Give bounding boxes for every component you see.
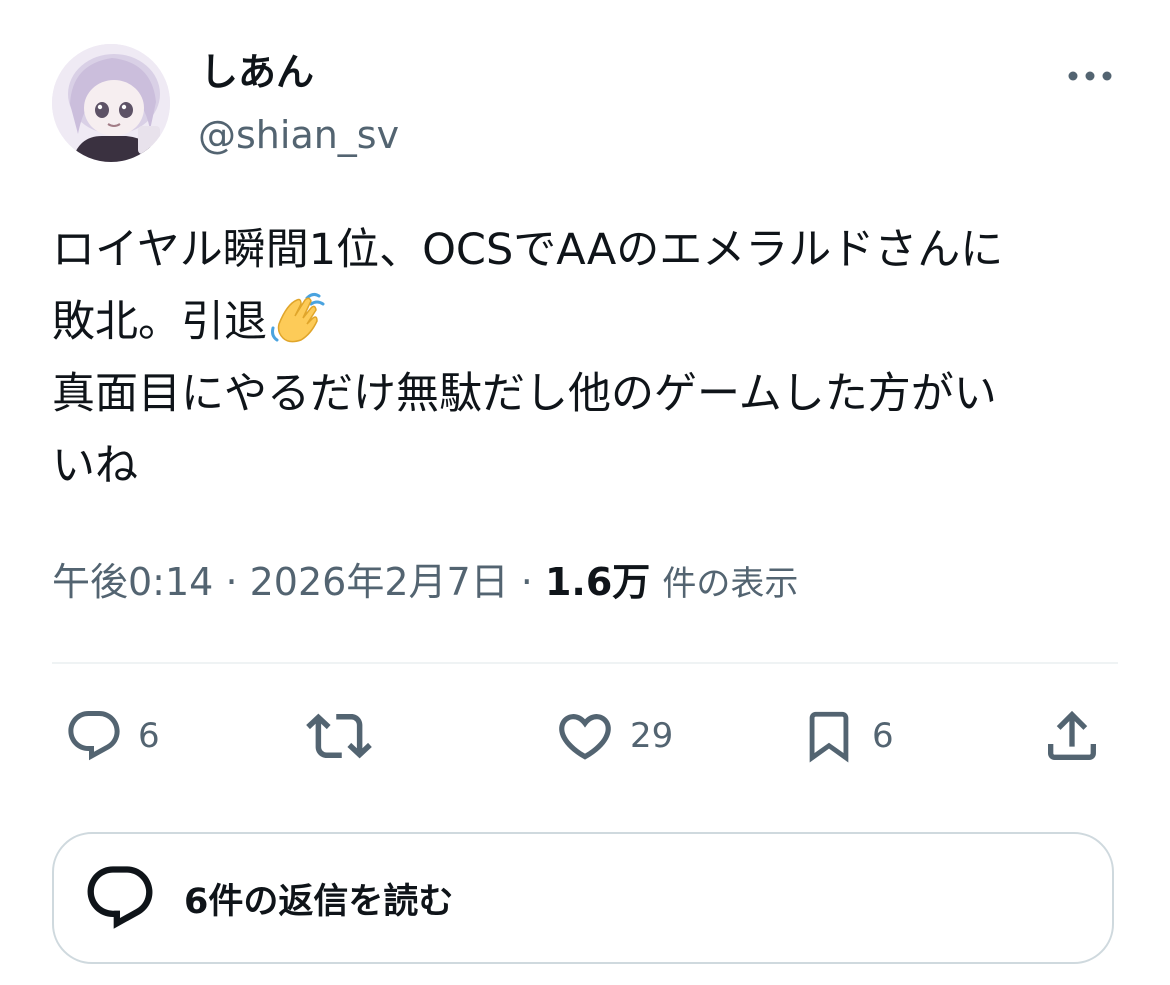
heart-icon — [559, 714, 611, 760]
tweet-date[interactable]: 2026年2月7日 — [250, 560, 509, 604]
reply-bubble-icon — [87, 866, 153, 929]
tweet-text-line: ロイヤル瞬間1位、OCSでAAのエメラルドさんに — [52, 225, 1004, 275]
meta-separator: · — [520, 560, 533, 604]
read-replies-button[interactable]: 6件の返信を読む — [52, 832, 1114, 964]
read-replies-label: 6件の返信を読む — [184, 881, 454, 922]
tweet-text: ロイヤル瞬間1位、OCSでAAのエメラルドさんに 敗北。引退 真面目にやるだけ無… — [52, 214, 1132, 502]
like-count: 29 — [630, 716, 674, 756]
tweet-meta: 午後0:14 · 2026年2月7日 · 1.6万 件の表示 — [52, 555, 798, 611]
retweet-icon — [306, 713, 372, 759]
reply-button[interactable]: 6 — [64, 704, 160, 768]
tweet-text-line: 敗北。引退 — [52, 297, 267, 347]
waving-hand-icon — [271, 292, 325, 343]
more-options-button[interactable] — [1062, 58, 1118, 94]
tweet-text-line: いね — [52, 441, 138, 491]
reply-count: 6 — [138, 716, 160, 756]
tweet-time[interactable]: 午後0:14 — [52, 560, 213, 604]
share-icon — [1048, 710, 1096, 760]
views-label: 件の表示 — [662, 564, 799, 604]
bookmark-icon — [809, 711, 849, 763]
meta-separator: · — [225, 560, 238, 604]
display-name[interactable]: しあん — [200, 46, 314, 98]
avatar[interactable] — [52, 44, 170, 162]
more-icon — [1068, 71, 1112, 81]
bookmark-count: 6 — [872, 716, 894, 756]
share-button[interactable] — [1040, 704, 1104, 768]
views-count[interactable]: 1.6万 — [545, 560, 650, 604]
retweet-button[interactable] — [306, 704, 386, 768]
bookmark-button[interactable]: 6 — [800, 704, 894, 768]
user-handle[interactable]: @shian_sv — [198, 110, 399, 160]
tweet-text-line: 真面目にやるだけ無駄だし他のゲームした方がい — [52, 369, 997, 419]
divider — [52, 662, 1118, 664]
like-button[interactable]: 29 — [554, 704, 673, 768]
reply-icon — [68, 711, 120, 761]
avatar-image — [52, 44, 170, 162]
